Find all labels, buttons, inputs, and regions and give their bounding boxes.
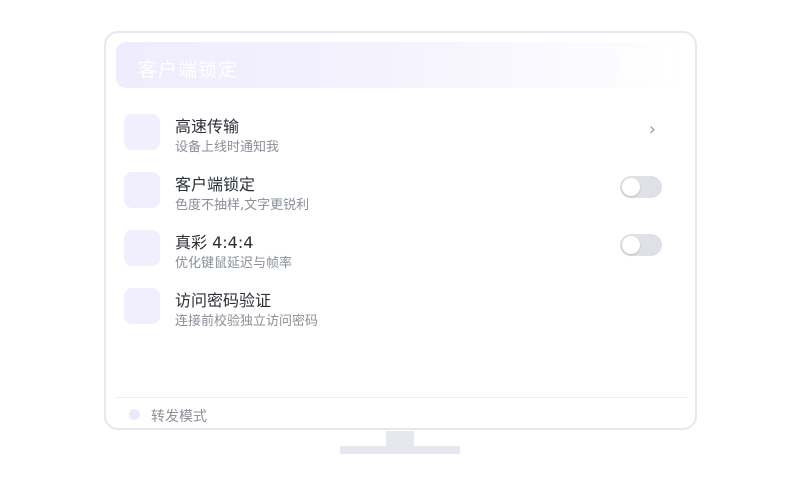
header-highlight	[622, 48, 678, 82]
setting-subtitle: 连接前校验独立访问密码	[175, 314, 319, 329]
monitor-stand-neck	[386, 431, 414, 447]
lock-icon	[124, 172, 160, 208]
client-lock-toggle[interactable]	[620, 176, 662, 198]
setting-item-client-lock: 客户端锁定 色度不抽样,文字更锐利	[124, 171, 662, 221]
true-color-toggle[interactable]	[620, 234, 662, 256]
setting-item-access-password[interactable]: 访问密码验证 连接前校验独立访问密码	[124, 287, 662, 337]
monitor-stand-base	[340, 446, 460, 454]
toggle-knob	[622, 178, 640, 196]
setting-title: 客户端锁定	[175, 175, 256, 194]
toggle-knob	[622, 236, 640, 254]
setting-subtitle: 设备上线时通知我	[175, 140, 280, 155]
setting-subtitle: 色度不抽样,文字更锐利	[175, 198, 310, 213]
footer-divider	[116, 397, 688, 398]
setting-subtitle: 优化键鼠延迟与帧率	[175, 256, 293, 271]
transfer-icon	[124, 114, 160, 150]
setting-title: 高速传输	[175, 117, 240, 136]
setting-item-high-speed-transfer[interactable]: 高速传输 设备上线时通知我 ›	[124, 113, 662, 163]
monitor-frame: 客户端锁定 高速传输 设备上线时通知我 › 客户端锁定 色度不抽样,文字更锐利 …	[104, 31, 697, 430]
color-icon	[124, 230, 160, 266]
forward-mode-label[interactable]: 转发模式	[151, 406, 207, 426]
key-icon	[124, 288, 160, 324]
setting-item-true-color: 真彩 4:4:4 优化键鼠延迟与帧率	[124, 229, 662, 279]
header-title: 客户端锁定	[138, 59, 239, 81]
setting-title: 真彩 4:4:4	[175, 233, 254, 252]
mode-dot-icon	[129, 409, 140, 420]
setting-title: 访问密码验证	[175, 291, 272, 310]
chevron-right-icon[interactable]: ›	[649, 119, 656, 140]
header-bar: 客户端锁定	[116, 42, 688, 88]
